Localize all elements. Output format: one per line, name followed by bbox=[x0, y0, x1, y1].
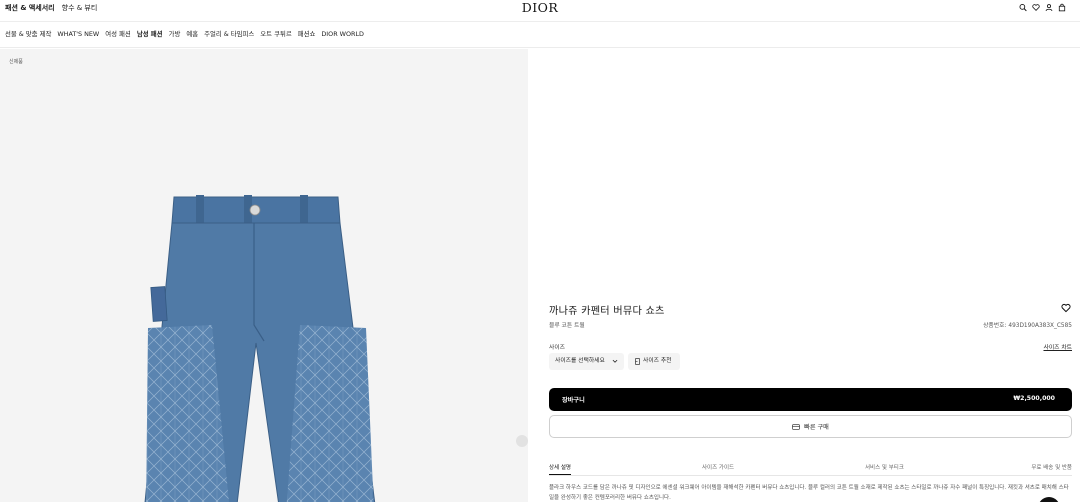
add-to-cart-label: 장바구니 bbox=[562, 397, 585, 404]
card-icon bbox=[792, 423, 800, 430]
nav-item-women[interactable]: 여성 패션 bbox=[105, 30, 131, 39]
tab-services[interactable]: 서비스 및 부티크 bbox=[865, 463, 904, 471]
nav-item-couture[interactable]: 오트 쿠튀르 bbox=[260, 30, 291, 39]
size-label: 사이즈 bbox=[549, 345, 565, 351]
main-nav: 선물 & 맞춤 제작 WHAT'S NEW 여성 패션 남성 패션 가방 예홈 … bbox=[0, 21, 1080, 48]
nav-item-men[interactable]: 남성 패션 bbox=[137, 30, 163, 39]
detail-tabs: 상세 설명 사이즈 가이드 서비스 및 부티크 무료 배송 및 반품 bbox=[549, 463, 1072, 475]
nav-item-fashion-show[interactable]: 패션쇼 bbox=[298, 30, 316, 39]
quick-buy-label: 빠른 구매 bbox=[804, 424, 829, 431]
nav-item-gifts[interactable]: 선물 & 맞춤 제작 bbox=[5, 30, 51, 39]
tabs-divider bbox=[549, 475, 1072, 476]
tab-shipping[interactable]: 무료 배송 및 반품 bbox=[1031, 463, 1072, 471]
user-icon[interactable] bbox=[1045, 3, 1053, 12]
nav-item-bags[interactable]: 가방 bbox=[169, 30, 181, 39]
top-bar: 패션 & 액세서리 향수 & 뷰티 DIOR bbox=[0, 0, 1080, 17]
top-link-beauty[interactable]: 향수 & 뷰티 bbox=[62, 4, 98, 13]
ruler-icon bbox=[635, 358, 640, 365]
product-material: 블루 코튼 트윌 bbox=[549, 323, 585, 329]
size-recommend-button[interactable]: 사이즈 추천 bbox=[628, 353, 680, 370]
sku-value: 493D190A383X_C585 bbox=[1008, 323, 1072, 329]
top-link-fashion[interactable]: 패션 & 액세서리 bbox=[5, 4, 55, 13]
nav-item-whats-new[interactable]: WHAT'S NEW bbox=[57, 30, 99, 39]
top-category-links: 패션 & 액세서리 향수 & 뷰티 bbox=[5, 4, 97, 13]
top-icons bbox=[1019, 3, 1066, 12]
heart-icon[interactable] bbox=[1032, 3, 1040, 12]
tab-details[interactable]: 상세 설명 bbox=[549, 463, 571, 475]
size-select[interactable]: 사이즈를 선택하세요 bbox=[549, 353, 624, 370]
breadcrumb[interactable]: 신제품 bbox=[9, 58, 23, 65]
product-price: ₩2,500,000 bbox=[1013, 395, 1055, 402]
product-image bbox=[144, 195, 376, 502]
dior-logo[interactable]: DIOR bbox=[519, 0, 561, 15]
product-title: 까나쥬 카펜터 버뮤다 쇼츠 bbox=[549, 306, 665, 317]
bag-icon[interactable] bbox=[1058, 3, 1066, 12]
nav-items: 선물 & 맞춤 제작 WHAT'S NEW 여성 패션 남성 패션 가방 예홈 … bbox=[5, 30, 364, 39]
nav-item-home[interactable]: 예홈 bbox=[186, 30, 198, 39]
product-gallery[interactable]: 신제품 bbox=[0, 49, 528, 502]
nav-item-jewelry[interactable]: 주얼리 & 타임피스 bbox=[204, 30, 254, 39]
quick-buy-button[interactable]: 빠른 구매 bbox=[549, 415, 1072, 438]
tab-size-guide[interactable]: 사이즈 가이드 bbox=[702, 463, 734, 471]
chevron-down-icon bbox=[612, 359, 618, 363]
product-sku: 상품번호: 493D190A383X_C585 bbox=[981, 320, 1072, 329]
add-to-cart-button[interactable]: 장바구니 ₩2,500,000 bbox=[549, 388, 1072, 411]
nav-item-dior-world[interactable]: DIOR WORLD bbox=[321, 30, 364, 39]
size-recommend-label: 사이즈 추천 bbox=[643, 358, 672, 364]
size-chart-link[interactable]: 사이즈 차트 bbox=[1043, 342, 1072, 351]
size-select-placeholder: 사이즈를 선택하세요 bbox=[555, 358, 605, 364]
gallery-scroll-indicator[interactable] bbox=[516, 435, 528, 447]
wishlist-heart-icon[interactable] bbox=[1061, 303, 1071, 313]
sku-label: 상품번호: bbox=[983, 323, 1007, 329]
search-icon[interactable] bbox=[1019, 3, 1027, 12]
product-info-panel: 까나쥬 카펜터 버뮤다 쇼츠 블루 코튼 트윌 상품번호: 493D190A383… bbox=[528, 49, 1080, 502]
product-description: 플라크 하우스 코드를 담은 까나쥬 핏 디자인으로 에센셜 워크웨어 아이템을… bbox=[549, 485, 1069, 501]
